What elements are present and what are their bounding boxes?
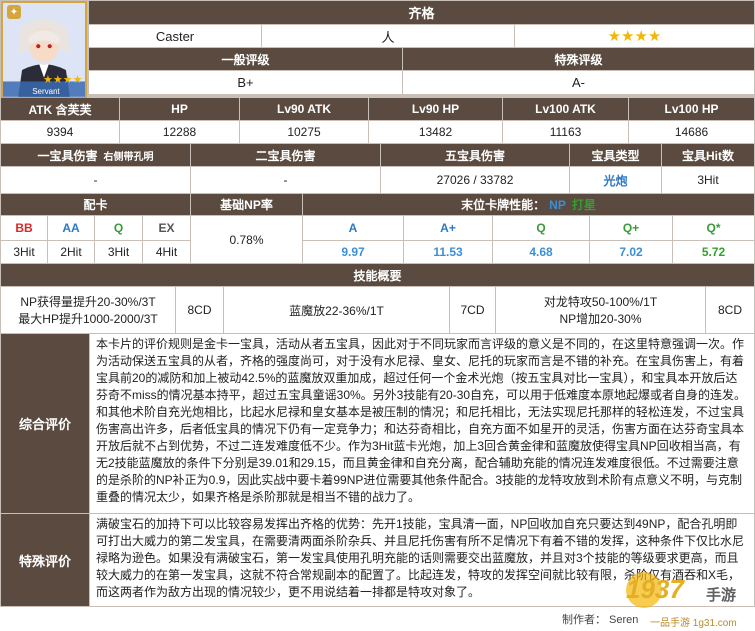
np-type-header: 宝具类型 <box>570 144 661 166</box>
stat-value-lv100-atk: 11163 <box>503 121 628 143</box>
np1-damage-header: 一宝具伤害 右侧带孔明 <box>1 144 190 166</box>
np-rate-header: 基础NP率 <box>191 194 302 215</box>
stat-value-lv90-atk: 10275 <box>240 121 368 143</box>
stat-header-hp: HP <box>120 98 239 120</box>
deck-header: 配卡 <box>1 194 190 215</box>
card-performance-np-label: NP <box>549 197 566 212</box>
card-performance-label: 末位卡牌性能： <box>461 198 546 212</box>
card-performance-header: 末位卡牌性能： NP 打星 <box>303 194 754 215</box>
perf-np-a-plus: 11.53 <box>404 241 492 263</box>
card-hit-buster: 3Hit <box>1 241 47 263</box>
np5-damage-value: 27026 / 33782 <box>381 167 569 193</box>
overall-evaluation-text: 本卡片的评价规则是金卡一宝具，活动从者五宝具，因此对于不同玩家而言评级的意义是不… <box>90 334 754 513</box>
rarity-stars: ★★★★ <box>515 25 754 47</box>
card-performance-star-label: 打星 <box>571 198 596 212</box>
stat-header-lv90-hp: Lv90 HP <box>369 98 502 120</box>
watermark-number: 1937 <box>626 574 684 604</box>
footer-site: 一品手游 1g31.com <box>650 618 737 629</box>
general-rating-value: B+ <box>89 71 402 94</box>
site-watermark: 1937 手游 <box>620 566 750 614</box>
servant-attribute: 人 <box>262 25 514 47</box>
np-hit-value: 3Hit <box>662 167 754 193</box>
perf-label-q: Q <box>493 216 589 240</box>
skill-1-effect: NP获得量提升20-30%/3T 最大HP提升1000-2000/3T <box>1 287 175 333</box>
skills-header: 技能概要 <box>1 264 754 286</box>
skill-1-line-1: NP获得量提升20-30%/3T <box>20 295 156 309</box>
skill-3-effect: 对龙特攻50-100%/1T NP增加20-30% <box>496 287 705 333</box>
perf-label-q-plus: Q+ <box>590 216 672 240</box>
card-hit-extra: 4Hit <box>143 241 190 263</box>
skill-1-line-2: 最大HP提升1000-2000/3T <box>18 312 158 326</box>
skill-3-line-2: NP增加20-30% <box>559 312 642 326</box>
stat-header-lv90-atk: Lv90 ATK <box>240 98 368 120</box>
watermark-text: 手游 <box>706 587 737 604</box>
card-label-quick: Q <box>95 216 142 240</box>
stat-value-lv100-hp: 14686 <box>629 121 754 143</box>
perf-np-q-plus: 7.02 <box>590 241 672 263</box>
skill-3-line-1: 对龙特攻50-100%/1T <box>543 295 658 309</box>
perf-np-q: 4.68 <box>493 241 589 263</box>
stat-value-lv90-hp: 13482 <box>369 121 502 143</box>
servant-class: Caster <box>89 25 261 47</box>
class-icon: ✦ <box>7 5 21 19</box>
general-rating-header: 一般评级 <box>89 48 402 70</box>
stat-value-hp: 12288 <box>120 121 239 143</box>
card-hit-quick: 3Hit <box>95 241 142 263</box>
skill-3-cooldown: 8CD <box>706 287 754 333</box>
np-hit-header: 宝具Hit数 <box>662 144 754 166</box>
perf-label-a-plus: A+ <box>404 216 492 240</box>
card-label-buster: BB <box>1 216 47 240</box>
card-hit-arts: 2Hit <box>48 241 94 263</box>
stat-header-lv100-hp: Lv100 HP <box>629 98 754 120</box>
perf-star-q-star: 5.72 <box>673 241 754 263</box>
np1-damage-value: - <box>1 167 190 193</box>
portrait-stars: ★★★★ <box>43 74 83 86</box>
perf-label-a: A <box>303 216 403 240</box>
np1-header-label: 一宝具伤害 <box>37 148 98 163</box>
perf-np-a: 9.97 <box>303 241 403 263</box>
np-type-value: 光炮 <box>570 167 661 193</box>
servant-name: 齐格 <box>89 1 754 24</box>
skill-2-cooldown: 7CD <box>450 287 495 333</box>
card-label-arts: AA <box>48 216 94 240</box>
stat-header-lv100-atk: Lv100 ATK <box>503 98 628 120</box>
special-rating-header: 特殊评级 <box>403 48 754 70</box>
servant-portrait: ✦ ★★★★ Servant <box>1 1 87 99</box>
perf-label-q-star: Q* <box>673 216 754 240</box>
special-evaluation-label: 特殊评价 <box>1 514 89 606</box>
np2-damage-value: - <box>191 167 380 193</box>
stat-header-atk: ATK 含芙芙 <box>1 98 119 120</box>
portrait-label: Servant <box>32 87 60 96</box>
np1-header-note: 右侧带孔明 <box>103 151 154 163</box>
overall-evaluation-label: 综合评价 <box>1 334 89 513</box>
np-rate-value: 0.78% <box>191 216 302 263</box>
np5-damage-header: 五宝具伤害 <box>381 144 569 166</box>
skill-2-effect: 蓝魔放22-36%/1T <box>224 287 449 333</box>
np2-damage-header: 二宝具伤害 <box>191 144 380 166</box>
card-label-extra: EX <box>143 216 190 240</box>
skill-1-cooldown: 8CD <box>176 287 223 333</box>
stat-value-atk: 9394 <box>1 121 119 143</box>
special-rating-value: A- <box>403 71 754 94</box>
